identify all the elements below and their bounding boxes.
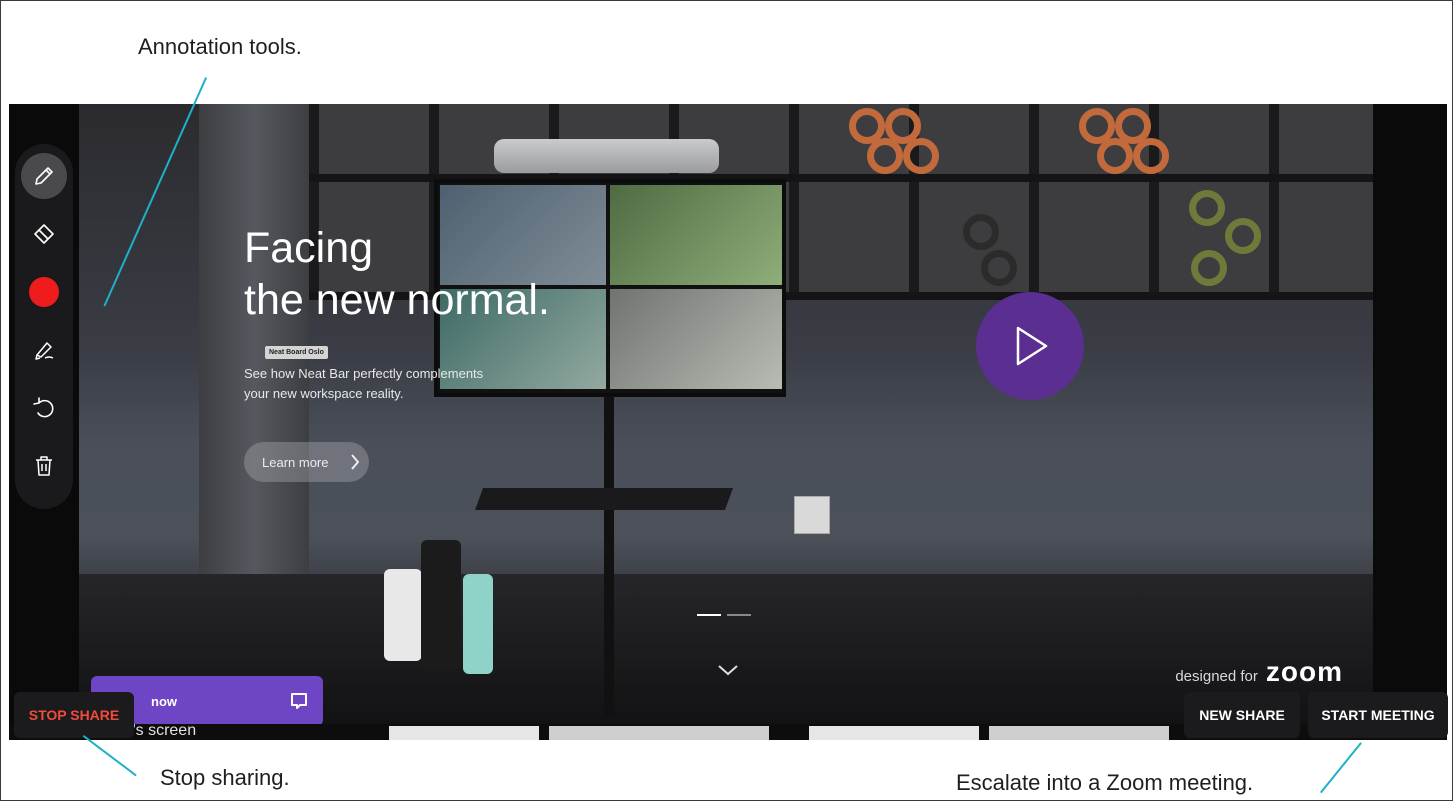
designed-for-zoom-logo: designed for zoom xyxy=(1175,656,1343,688)
undo-icon xyxy=(33,397,54,418)
escalate-callout: Escalate into a Zoom meeting. xyxy=(956,770,1254,795)
chevron-down-icon[interactable] xyxy=(717,659,739,682)
pen-icon xyxy=(35,167,53,185)
trash-icon xyxy=(36,456,52,476)
carousel-dot[interactable] xyxy=(727,614,751,616)
annotation-tools-callout: Annotation tools. xyxy=(138,34,302,59)
share-thumbnail[interactable] xyxy=(989,726,1169,740)
learn-more-label: Learn more xyxy=(262,454,329,470)
hero-subtitle-line-2: your new workspace reality. xyxy=(244,386,404,401)
learn-more-button[interactable]: Learn more xyxy=(244,442,369,482)
zoom-wordmark: zoom xyxy=(1265,656,1343,687)
share-thumbnail[interactable] xyxy=(549,726,769,740)
share-thumbnail[interactable] xyxy=(809,726,979,740)
red-color-swatch xyxy=(29,277,59,307)
share-thumbnail[interactable] xyxy=(389,726,539,740)
carousel-indicator[interactable] xyxy=(697,614,751,616)
annotation-toolbar xyxy=(15,144,73,509)
start-meeting-button[interactable]: START MEETING xyxy=(1308,692,1448,738)
undo-tool[interactable] xyxy=(21,385,67,431)
website-hero-image: Facing the new normal. See how Neat Bar … xyxy=(79,104,1373,724)
carousel-dot[interactable] xyxy=(697,614,721,616)
stop-share-button[interactable]: STOP SHARE xyxy=(14,692,134,738)
hero-subtitle-line-1: See how Neat Bar perfectly complements xyxy=(244,366,484,381)
hero-title: Facing the new normal. xyxy=(244,222,550,326)
pen-tool[interactable] xyxy=(21,153,67,199)
play-video-button[interactable] xyxy=(976,292,1084,400)
device-label: Neat Board Oslo xyxy=(265,346,328,359)
new-share-button[interactable]: NEW SHARE xyxy=(1184,692,1300,738)
start-meeting-pointer xyxy=(1320,742,1362,793)
clear-tool[interactable] xyxy=(21,443,67,489)
designed-for-label: designed for xyxy=(1175,668,1258,685)
stop-sharing-callout: Stop sharing. xyxy=(160,765,290,790)
hero-title-line-2: the new normal. xyxy=(244,276,550,324)
play-icon xyxy=(1016,326,1048,366)
highlighter-tool[interactable] xyxy=(21,327,67,373)
eraser-icon xyxy=(34,224,54,244)
eraser-tool[interactable] xyxy=(21,211,67,257)
hero-subtitle: See how Neat Bar perfectly complements y… xyxy=(244,364,534,404)
camera-bar xyxy=(494,139,719,173)
wall-outlet xyxy=(794,496,830,534)
chat-banner-label: now xyxy=(151,693,177,709)
shared-screen: Facing the new normal. See how Neat Bar … xyxy=(9,104,1447,740)
chevron-right-icon xyxy=(351,454,360,470)
color-picker[interactable] xyxy=(21,269,67,315)
hero-title-line-1: Facing xyxy=(244,224,374,272)
chat-icon xyxy=(291,693,307,709)
highlighter-icon xyxy=(35,342,54,360)
stop-share-pointer xyxy=(83,735,137,776)
